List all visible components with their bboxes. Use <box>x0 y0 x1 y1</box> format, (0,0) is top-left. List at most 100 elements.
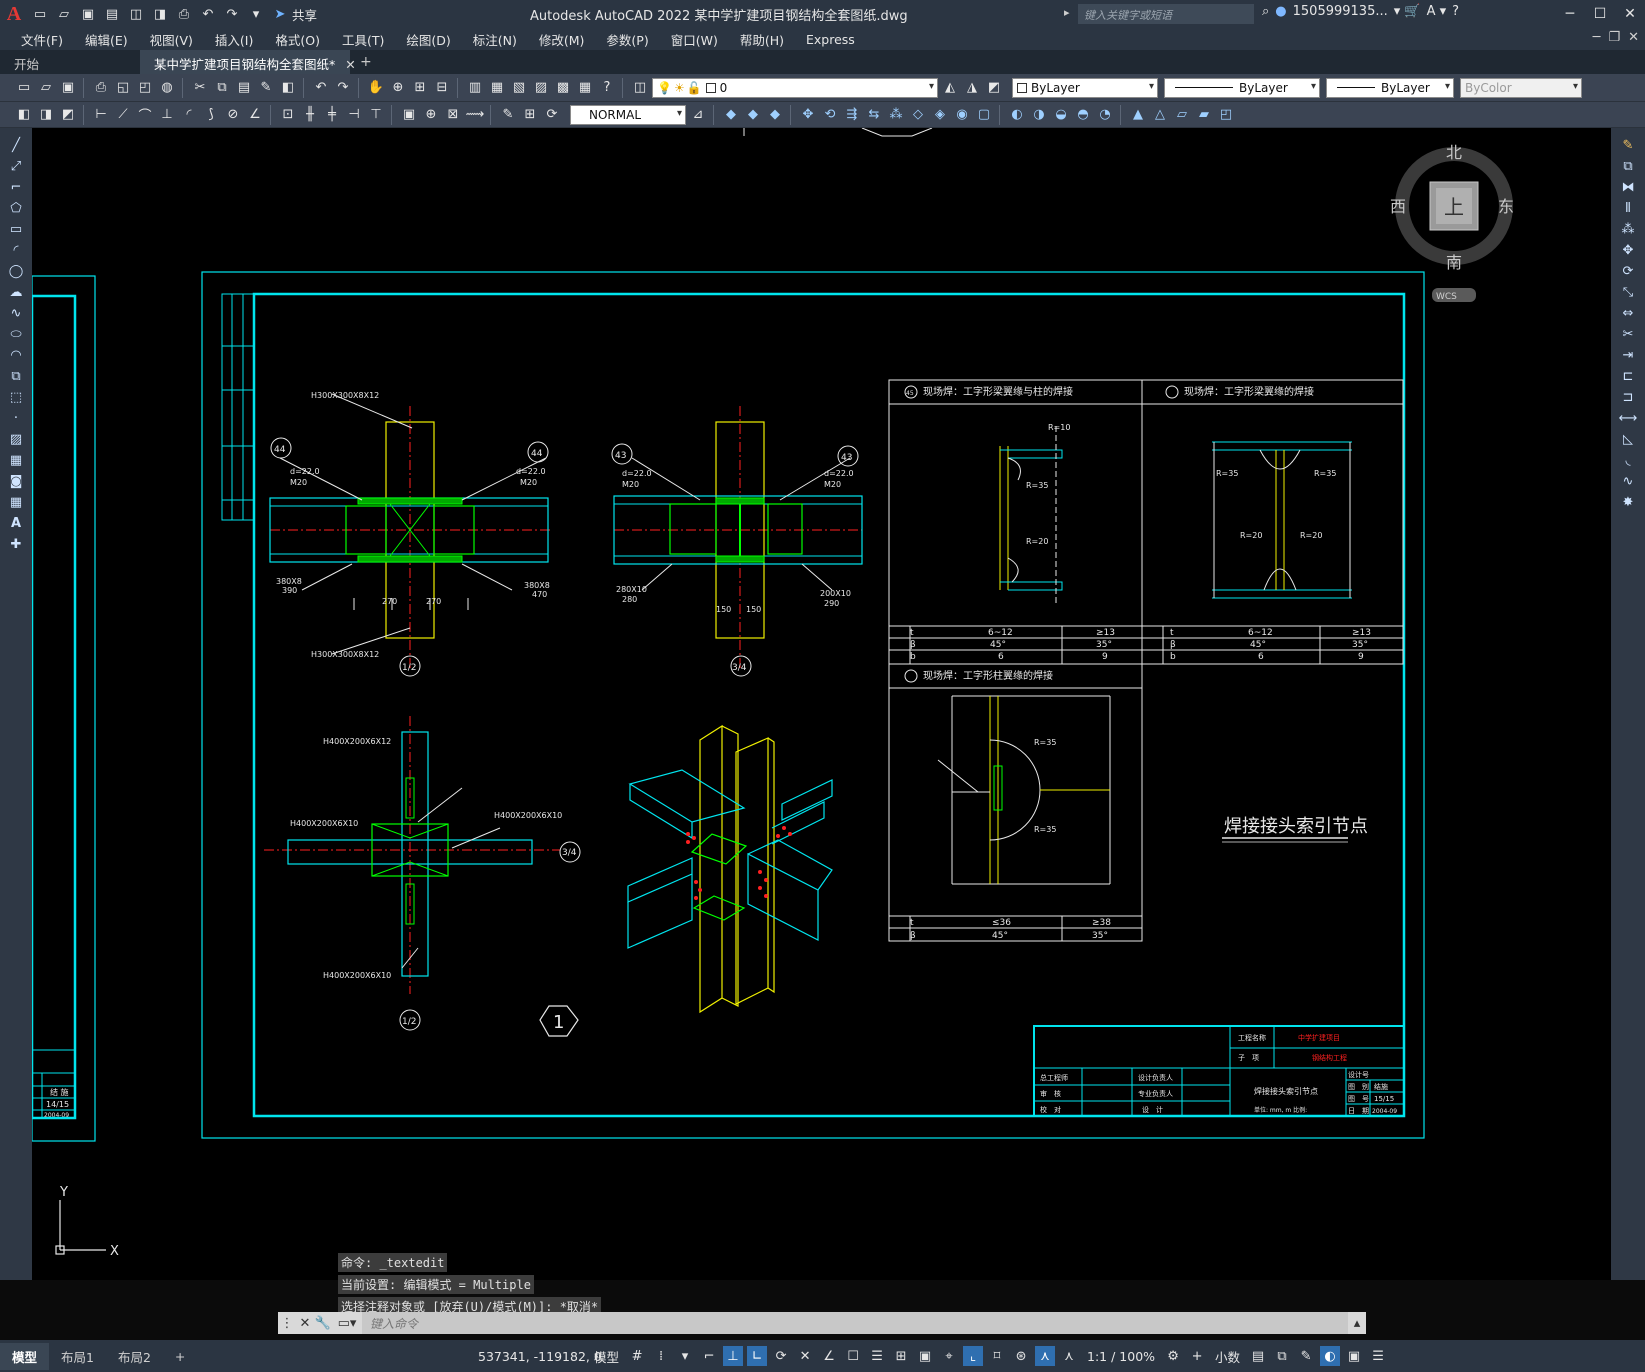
rotate-icon[interactable]: ⟳ <box>1618 262 1638 280</box>
dim-update-icon[interactable]: ⟳ <box>542 105 562 125</box>
break-at-point-icon[interactable]: ⊏ <box>1618 367 1638 385</box>
grid-icon[interactable]: # <box>627 1346 647 1366</box>
infer-constraints-icon[interactable]: ▾ <box>675 1346 695 1366</box>
annotation-scale-icon[interactable]: ⋏ <box>1059 1346 1079 1366</box>
annotation-scale[interactable]: 1:1 / 100% <box>1083 1349 1159 1364</box>
viewcube-south[interactable]: 南 <box>1446 253 1462 272</box>
dim-jogged-icon[interactable]: ⟆ <box>201 105 221 125</box>
dim-break-icon[interactable]: ⊤ <box>366 105 386 125</box>
save-as-icon[interactable]: ▤ <box>101 3 123 25</box>
doc-minimize-icon[interactable]: ─ <box>1593 30 1601 45</box>
move-icon[interactable]: ✥ <box>1618 241 1638 259</box>
cut-icon[interactable]: ✂ <box>190 78 210 98</box>
menu-file[interactable]: 文件(F) <box>10 30 74 49</box>
dynamic-input-icon[interactable]: ⌐ <box>699 1346 719 1366</box>
dim-text-edit-icon[interactable]: ⊞ <box>520 105 540 125</box>
layer-states-icon[interactable]: ◩ <box>984 78 1004 98</box>
viewcube-top-face[interactable]: 上 <box>1444 195 1464 219</box>
explode-icon[interactable]: ✸ <box>1618 493 1638 511</box>
3d-box-icon[interactable]: ◆ <box>721 105 741 125</box>
isodraft-icon[interactable]: ⟳ <box>771 1346 791 1366</box>
clean-screen-icon[interactable]: ▣ <box>1344 1346 1364 1366</box>
extract-edges-icon[interactable]: ▢ <box>974 105 994 125</box>
dim-style-manager-icon[interactable]: ⊿ <box>688 105 708 125</box>
menu-edit[interactable]: 编辑(E) <box>74 30 139 49</box>
3d-align-icon[interactable]: ⇶ <box>842 105 862 125</box>
undo-icon[interactable]: ↶ <box>197 3 219 25</box>
object-snap-icon[interactable]: ∠ <box>819 1346 839 1366</box>
menu-dimension[interactable]: 标注(N) <box>462 30 528 49</box>
polygon-icon[interactable]: ⬠ <box>6 199 26 217</box>
jogged-linear-icon[interactable]: ⟿ <box>465 105 485 125</box>
slice-icon[interactable]: ◇ <box>908 105 928 125</box>
join-icon[interactable]: ⟷ <box>1618 409 1638 427</box>
search-icon[interactable]: ⌕ <box>1262 4 1269 19</box>
mirror-icon[interactable]: ⧓ <box>1618 178 1638 196</box>
menu-window[interactable]: 窗口(W) <box>660 30 729 49</box>
redo-icon[interactable]: ↷ <box>333 78 353 98</box>
calculator-icon[interactable]: ▦ <box>575 78 595 98</box>
help-icon[interactable]: ? <box>597 78 617 98</box>
menu-tools[interactable]: 工具(T) <box>331 30 395 49</box>
erase-icon[interactable]: ✎ <box>1618 136 1638 154</box>
insert-block-icon[interactable]: ⧉ <box>6 367 26 385</box>
dim-continue-icon[interactable]: ╪ <box>322 105 342 125</box>
point-icon[interactable]: · <box>6 409 26 427</box>
mtext-icon[interactable]: A <box>6 514 26 532</box>
trim-icon[interactable]: ✂ <box>1618 325 1638 343</box>
offset-face-icon[interactable]: ▱ <box>1172 105 1192 125</box>
preview-icon[interactable]: ◱ <box>113 78 133 98</box>
hatch-icon[interactable]: ▨ <box>6 430 26 448</box>
layer-dropdown[interactable]: 💡 ☀ 🔓 0 ▾ <box>652 77 938 98</box>
section-icon[interactable]: ◈ <box>930 105 950 125</box>
layer-walk-icon[interactable]: ◨ <box>36 105 56 125</box>
ellipse-icon[interactable]: ⬭ <box>6 325 26 343</box>
offset-icon[interactable]: ⫴ <box>1618 199 1638 217</box>
quick-dim-icon[interactable]: ⊡ <box>278 105 298 125</box>
dim-ordinate-icon[interactable]: ⊥ <box>157 105 177 125</box>
cart-icon[interactable]: ▾ 🛒 <box>1394 4 1421 19</box>
ortho-icon[interactable]: ⊥ <box>723 1346 744 1366</box>
make-block-icon[interactable]: ⬚ <box>6 388 26 406</box>
zoom-realtime-icon[interactable]: ⊕ <box>388 78 408 98</box>
dim-baseline-icon[interactable]: ╫ <box>300 105 320 125</box>
match-properties-icon[interactable]: ✎ <box>256 78 276 98</box>
polyline-icon[interactable]: ⌐ <box>6 178 26 196</box>
lineweight-icon[interactable]: ☐ <box>843 1346 863 1366</box>
linetype-dropdown[interactable]: ByLayer ▾ <box>1164 77 1320 98</box>
blend-curves-icon[interactable]: ∿ <box>1618 472 1638 490</box>
dim-style-dropdown[interactable]: NORMAL ▾ <box>570 104 686 125</box>
revision-cloud-icon[interactable]: ☁ <box>6 283 26 301</box>
table-icon[interactable]: ▦ <box>6 493 26 511</box>
isolate-objects-icon[interactable]: ✎ <box>1296 1346 1316 1366</box>
menu-format[interactable]: 格式(O) <box>264 30 331 49</box>
scale-icon[interactable]: ⤡ <box>1618 283 1638 301</box>
command-expand-icon[interactable]: ▴ <box>1348 1316 1366 1331</box>
menu-parametric[interactable]: 参数(P) <box>595 30 659 49</box>
maximize-icon[interactable]: ☐ <box>1585 0 1615 28</box>
new-tab-icon[interactable]: + <box>350 50 382 74</box>
add-layout-icon[interactable]: + <box>163 1345 197 1368</box>
open-web-icon[interactable]: ◫ <box>125 3 147 25</box>
line-icon[interactable]: ╱ <box>6 136 26 154</box>
menu-express[interactable]: Express <box>795 32 866 47</box>
pan-icon[interactable]: ✋ <box>366 78 386 98</box>
object-snap-tracking-icon[interactable]: ✕ <box>795 1346 815 1366</box>
copy-face-icon[interactable]: ◰ <box>1216 105 1236 125</box>
dim-radius-icon[interactable]: ◜ <box>179 105 199 125</box>
copy-icon[interactable]: ⧉ <box>1618 157 1638 175</box>
quick-properties-icon[interactable]: ▤ <box>1248 1346 1268 1366</box>
arc-icon[interactable]: ◜ <box>6 241 26 259</box>
layer-properties-icon[interactable]: ◫ <box>630 78 650 98</box>
model-space-toggle[interactable]: 模型 <box>590 1347 623 1366</box>
extrude-face-icon[interactable]: ▲ <box>1128 105 1148 125</box>
break-icon[interactable]: ⊐ <box>1618 388 1638 406</box>
annotation-visibility-icon[interactable]: ⊛ <box>1011 1346 1031 1366</box>
layout-tab-2[interactable]: 布局2 <box>106 1343 163 1370</box>
shell-icon[interactable]: ◓ <box>1073 105 1093 125</box>
dim-linear-icon[interactable]: ⊢ <box>91 105 111 125</box>
close-command-icon[interactable]: ✕ <box>296 1316 314 1331</box>
layer-previous-icon[interactable]: ◮ <box>962 78 982 98</box>
interfere-icon[interactable]: ◉ <box>952 105 972 125</box>
paste-icon[interactable]: ▤ <box>234 78 254 98</box>
